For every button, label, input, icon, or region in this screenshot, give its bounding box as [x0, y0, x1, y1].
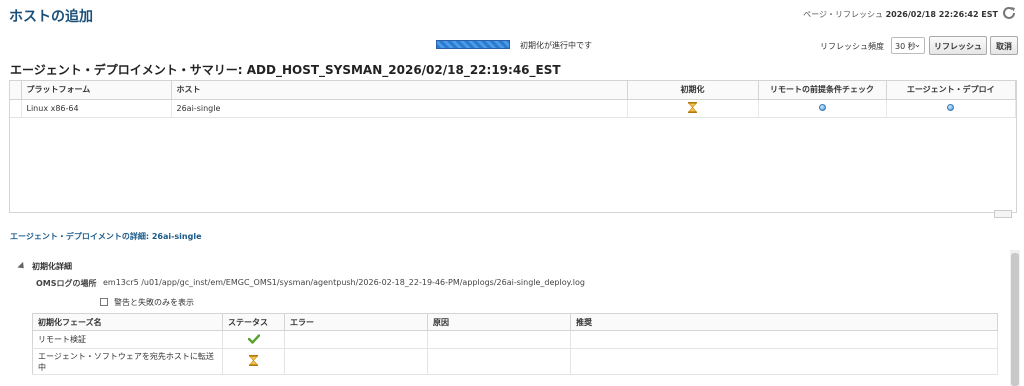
- summary-title: エージェント・デプロイメント・サマリー: ADD_HOST_SYSMAN_202…: [10, 63, 561, 77]
- oms-log-value: em13cr5 /u01/app/gc_inst/em/EMGC_OMS1/sy…: [103, 278, 585, 287]
- col-error[interactable]: エラー: [284, 313, 428, 331]
- init-details-section-toggle[interactable]: 初期化詳細: [17, 261, 72, 272]
- pending-dot-icon: [947, 103, 955, 111]
- row-selector[interactable]: [10, 99, 22, 118]
- summary-grid: プラットフォーム ホスト 初期化 リモートの前提条件チェック エージェント・デプ…: [9, 80, 1017, 213]
- row-selector-header: [10, 81, 22, 100]
- cell-error: [284, 348, 428, 375]
- oms-log-label: OMSログの場所: [36, 279, 97, 288]
- table-row[interactable]: リモート検証: [32, 330, 998, 349]
- warnings-only-checkbox[interactable]: [100, 298, 108, 306]
- col-phase-name[interactable]: 初期化フェーズ名: [32, 313, 223, 331]
- cell-cause: [427, 330, 571, 349]
- horizontal-scroll-stub[interactable]: [994, 210, 1012, 218]
- collapse-triangle-icon: [17, 261, 27, 272]
- cell-deploy: [886, 99, 1016, 118]
- cell-recommendation: [570, 330, 998, 349]
- cell-status: [222, 330, 285, 349]
- progress-bar: [436, 40, 510, 49]
- cell-platform: Linux x86-64: [21, 99, 172, 118]
- cell-phase: リモート検証: [32, 330, 223, 349]
- cell-init: [627, 99, 759, 118]
- refresh-button[interactable]: リフレッシュ: [929, 36, 987, 55]
- page-refresh-info: ページ・リフレッシュ 2026/02/18 22:26:42 EST: [803, 9, 998, 20]
- col-init[interactable]: 初期化: [627, 81, 759, 100]
- table-row[interactable]: Linux x86-64 26ai-single: [10, 99, 1016, 118]
- scrollbar-thumb[interactable]: [1011, 253, 1019, 386]
- col-host[interactable]: ホスト: [171, 81, 628, 100]
- refresh-icon[interactable]: [1001, 5, 1017, 21]
- table-row[interactable]: エージェント・ソフトウェアを宛先ホストに転送中: [32, 348, 998, 375]
- cell-error: [284, 330, 428, 349]
- phase-table: 初期化フェーズ名 ステータス エラー 原因 推奨 リモート検証 エージェント・ソ…: [32, 313, 998, 375]
- cell-recommendation: [570, 348, 998, 375]
- hourglass-icon: [249, 355, 258, 366]
- pending-dot-icon: [818, 103, 826, 111]
- checkmark-icon: [247, 333, 260, 344]
- refresh-frequency-label: リフレッシュ頻度: [820, 42, 884, 51]
- col-deploy[interactable]: エージェント・デプロイ: [886, 81, 1016, 100]
- section-title: 初期化詳細: [32, 262, 72, 271]
- cell-cause: [427, 348, 571, 375]
- refresh-frequency-value: 30 秒: [895, 42, 916, 51]
- page-refresh-label: ページ・リフレッシュ: [803, 10, 884, 19]
- col-cause[interactable]: 原因: [427, 313, 571, 331]
- deployment-details-title: エージェント・デプロイメントの詳細: 26ai-single: [10, 232, 202, 241]
- refresh-frequency-select[interactable]: 30 秒 ⌄: [891, 37, 925, 54]
- warnings-only-label: 警告と失敗のみを表示: [114, 298, 194, 307]
- page-refresh-time: 2026/02/18 22:26:42 EST: [885, 10, 998, 19]
- hourglass-icon: [688, 101, 697, 113]
- cell-phase: エージェント・ソフトウェアを宛先ホストに転送中: [32, 348, 223, 375]
- progress-text: 初期化が進行中です: [520, 41, 592, 50]
- col-platform[interactable]: プラットフォーム: [21, 81, 172, 100]
- cancel-button[interactable]: 取消: [990, 36, 1018, 55]
- col-recommendation[interactable]: 推奨: [570, 313, 998, 331]
- page-title: ホストの追加: [9, 9, 93, 25]
- cell-prereq: [758, 99, 887, 118]
- cell-status: [222, 348, 285, 375]
- col-prereq[interactable]: リモートの前提条件チェック: [758, 81, 887, 100]
- chevron-down-icon: ⌄: [914, 40, 921, 49]
- col-status[interactable]: ステータス: [222, 313, 285, 331]
- summary-table: プラットフォーム ホスト 初期化 リモートの前提条件チェック エージェント・デプ…: [10, 81, 1016, 118]
- cell-host: 26ai-single: [171, 99, 628, 118]
